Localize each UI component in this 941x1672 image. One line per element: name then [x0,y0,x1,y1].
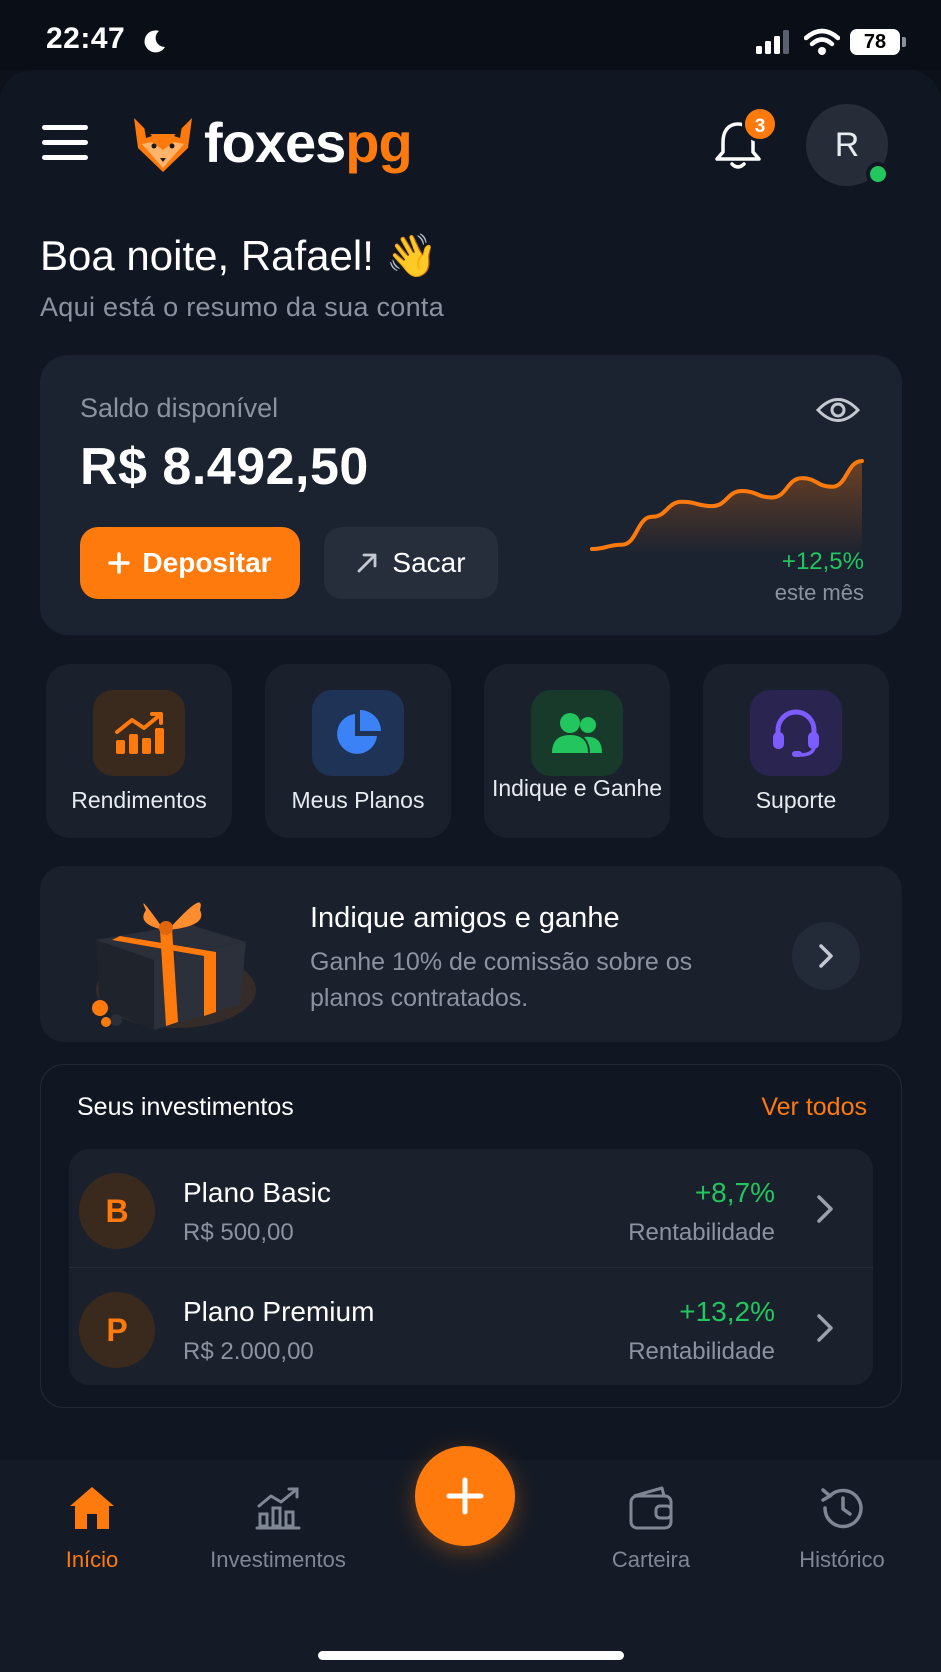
pie-chart-icon [312,690,404,776]
greeting-subtitle: Aqui está o resumo da sua conta [40,292,445,322]
see-all-link[interactable]: Ver todos [761,1093,867,1122]
brand-name-part1: foxes [204,111,346,174]
nav-label: Início [65,1547,119,1572]
plan-badge: B [79,1173,155,1249]
wifi-icon [804,28,840,55]
quick-action-suporte[interactable]: Suporte [703,664,889,838]
quick-action-label: Indique e Ganhe [491,775,663,801]
investment-row[interactable]: P Plano Premium R$ 2.000,00 +13,2% Renta… [69,1267,873,1385]
add-fab-button[interactable] [415,1446,515,1546]
deposit-button[interactable]: Depositar [80,527,300,599]
chart-icon [255,1487,301,1530]
nav-label: Investimentos [210,1547,346,1572]
menu-icon[interactable] [42,125,88,161]
nav-item-carteira[interactable]: Carteira [600,1484,702,1573]
promo-arrow-button[interactable] [792,922,860,990]
brand-logo: foxespg [204,110,413,175]
investments-title: Seus investimentos [77,1093,294,1121]
moon-icon [144,30,165,53]
investment-row[interactable]: B Plano Basic R$ 500,00 +8,7% Rentabilid… [69,1149,873,1267]
investments-list: B Plano Basic R$ 500,00 +8,7% Rentabilid… [69,1149,873,1385]
investments-section: Seus investimentos Ver todos B Plano Bas… [40,1064,902,1408]
quick-action-label: Meus Planos [291,787,425,813]
plan-name: Plano Premium [183,1296,375,1327]
gift-icon [92,902,256,1030]
nav-label: Histórico [799,1547,885,1572]
plan-return: +13,2% [679,1296,775,1327]
wallet-icon [629,1486,673,1530]
home-indicator [318,1651,624,1660]
chevron-right-icon [817,1195,833,1223]
brand-name-part2: pg [345,111,412,174]
growth-note: este mês [774,580,864,605]
chart-growth-icon [93,690,185,776]
plan-return-label: Rentabilidade [628,1338,775,1365]
plan-amount: R$ 2.000,00 [183,1338,314,1365]
plus-icon [108,552,131,574]
plan-return: +8,7% [694,1177,775,1208]
status-time: 22:47 [46,22,126,55]
referral-promo-card[interactable]: Indique amigos e ganhe Ganhe 10% de comi… [40,866,902,1042]
balance-value: R$ 8.492,50 [80,438,369,496]
balance-sparkline [590,459,864,555]
signal-icon [756,30,789,54]
withdraw-button-label: Sacar [392,547,466,578]
online-status-dot [866,162,890,186]
nav-item-investimentos[interactable]: Investimentos [200,1484,356,1573]
users-icon [531,690,623,776]
chevron-right-icon [817,1314,833,1342]
plan-amount: R$ 500,00 [183,1219,294,1246]
fox-logo-icon [134,118,192,172]
headset-icon [750,690,842,776]
nav-item-historico[interactable]: Histórico [790,1484,894,1573]
history-icon [821,1488,863,1529]
growth-percentage: +12,5% [781,548,864,575]
deposit-button-label: Depositar [142,547,272,578]
app-screen: foxespg 3 R Boa noite, Rafael! 👋 Aqui es… [0,70,941,1672]
quick-action-label: Rendimentos [71,787,207,813]
battery-cap [902,37,906,47]
home-icon [70,1487,114,1529]
quick-action-label: Suporte [755,787,837,813]
plan-name: Plano Basic [183,1177,331,1208]
plus-icon [446,1477,484,1515]
greeting-title: Boa noite, Rafael! 👋 [40,232,438,279]
withdraw-button[interactable]: Sacar [324,527,498,599]
notification-badge: 3 [742,106,778,142]
plan-badge: P [79,1292,155,1368]
quick-action-rendimentos[interactable]: Rendimentos [46,664,232,838]
quick-action-indique[interactable]: Indique e Ganhe [484,664,670,838]
nav-label: Carteira [611,1547,691,1572]
chevron-right-icon [819,944,833,968]
promo-title: Indique amigos e ganhe [310,902,620,934]
quick-action-meus-planos[interactable]: Meus Planos [265,664,451,838]
eye-icon[interactable] [816,395,860,425]
nav-item-inicio[interactable]: Início [50,1484,134,1573]
balance-card: Saldo disponível R$ 8.492,50 Depositar S… [40,355,902,635]
bottom-navigation: Início Investimentos Carteira Histórico [0,1446,941,1672]
arrow-up-right-icon [358,553,377,573]
battery-indicator: 78 [850,29,900,55]
balance-label: Saldo disponível [80,393,279,423]
plan-return-label: Rentabilidade [628,1219,775,1246]
status-bar: 22:47 78 [0,0,941,70]
promo-description: Ganhe 10% de comissão sobre os planos co… [310,948,693,1012]
